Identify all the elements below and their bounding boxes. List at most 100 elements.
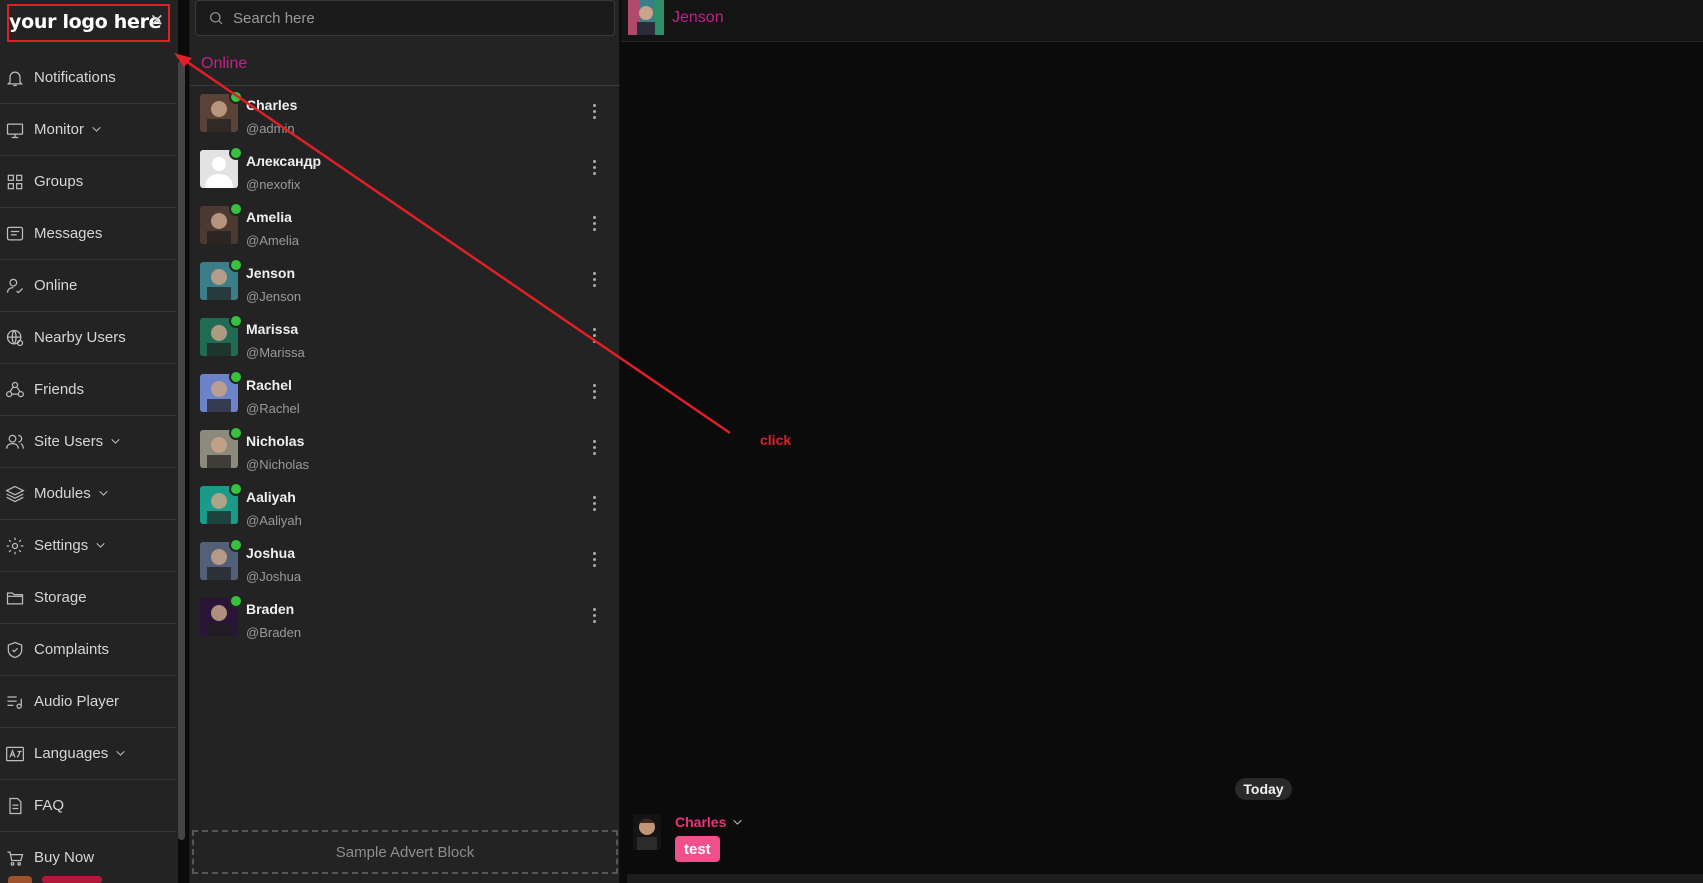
more-options-icon[interactable] bbox=[588, 158, 600, 180]
online-status-dot bbox=[229, 146, 243, 160]
advert-block[interactable]: Sample Advert Block bbox=[192, 830, 618, 874]
sidebar-item-audio-player[interactable]: Audio Player bbox=[0, 676, 176, 728]
more-options-icon[interactable] bbox=[588, 102, 600, 124]
list-item[interactable]: Aaliyah @Aaliyah bbox=[190, 478, 620, 534]
user-handle: @Braden bbox=[246, 625, 302, 640]
message-avatar[interactable] bbox=[633, 814, 661, 850]
bell-icon bbox=[4, 67, 26, 89]
sidebar-item-label: Languages bbox=[34, 745, 109, 762]
list-item[interactable]: Joshua @Joshua bbox=[190, 534, 620, 590]
sidebar-item-messages[interactable]: Messages bbox=[0, 208, 176, 260]
message-sender[interactable]: Charles bbox=[675, 814, 744, 830]
list-item[interactable]: Marissa @Marissa bbox=[190, 310, 620, 366]
chevron-down-icon[interactable] bbox=[731, 816, 744, 829]
user-handle: @Nicholas bbox=[246, 457, 310, 472]
user-handle: @Aaliyah bbox=[246, 513, 302, 528]
user-name: Rachel bbox=[246, 377, 292, 393]
sidebar-item-languages[interactable]: Languages bbox=[0, 728, 176, 780]
search-box[interactable] bbox=[195, 0, 615, 36]
more-options-icon[interactable] bbox=[588, 326, 600, 348]
chevron-down-icon bbox=[94, 539, 108, 553]
online-status-dot bbox=[229, 594, 243, 608]
sidebar-item-label: Site Users bbox=[34, 433, 104, 450]
sidebar-item-label: Complaints bbox=[34, 641, 110, 658]
user-handle: @Joshua bbox=[246, 569, 302, 584]
sidebar-item-complaints[interactable]: Complaints bbox=[0, 624, 176, 676]
sidebar-item-modules[interactable]: Modules bbox=[0, 468, 176, 520]
sidebar-item-faq[interactable]: FAQ bbox=[0, 780, 176, 832]
chat-contact-name[interactable]: Jenson bbox=[672, 9, 724, 27]
sidebar-item-label: Online bbox=[34, 277, 78, 294]
user-name: Jenson bbox=[246, 265, 296, 281]
sidebar-item-online[interactable]: Online bbox=[0, 260, 176, 312]
sidebar-item-settings[interactable]: Settings bbox=[0, 520, 176, 572]
sidebar-item-site-users[interactable]: Site Users bbox=[0, 416, 176, 468]
list-item[interactable]: Jenson @Jenson bbox=[190, 254, 620, 310]
playlist-icon bbox=[4, 691, 26, 713]
sidebar-item-label: FAQ bbox=[34, 797, 65, 814]
message-composer[interactable] bbox=[627, 874, 1703, 883]
search-input[interactable] bbox=[231, 8, 595, 28]
user-name: Nicholas bbox=[246, 433, 305, 449]
sidebar-item-label: Buy Now bbox=[34, 849, 95, 866]
chevron-down-icon bbox=[114, 747, 128, 761]
more-options-icon[interactable] bbox=[588, 382, 600, 404]
list-item[interactable]: Amelia @Amelia bbox=[190, 198, 620, 254]
chevron-down-icon bbox=[109, 435, 123, 449]
online-status-dot bbox=[229, 426, 243, 440]
folder-icon bbox=[4, 587, 26, 609]
sidebar: your logo here ✕ Notifications Monitor Gro… bbox=[0, 0, 178, 883]
list-item[interactable]: Александр @nexofix bbox=[190, 142, 620, 198]
monitor-icon bbox=[4, 119, 26, 141]
user-handle: @Jenson bbox=[246, 289, 302, 304]
sidebar-item-friends[interactable]: Friends bbox=[0, 364, 176, 416]
online-status-dot bbox=[229, 90, 243, 104]
more-options-icon[interactable] bbox=[588, 550, 600, 572]
sidebar-item-label: Monitor bbox=[34, 121, 85, 138]
message-bubble[interactable]: test bbox=[675, 836, 720, 862]
search-icon bbox=[210, 12, 223, 25]
user-check-icon bbox=[4, 275, 26, 297]
online-status-dot bbox=[229, 538, 243, 552]
sidebar-item-nearby-users[interactable]: Nearby Users bbox=[0, 312, 176, 364]
user-name: Marissa bbox=[246, 321, 299, 337]
sidebar-item-label: Storage bbox=[34, 589, 87, 606]
sidebar-item-monitor[interactable]: Monitor bbox=[0, 104, 176, 156]
close-icon[interactable]: ✕ bbox=[150, 11, 164, 31]
sidebar-profile-name[interactable] bbox=[42, 876, 102, 883]
chat-avatar[interactable] bbox=[628, 0, 664, 35]
sidebar-profile-avatar[interactable] bbox=[8, 876, 32, 883]
more-options-icon[interactable] bbox=[588, 214, 600, 236]
sidebar-item-label: Modules bbox=[34, 485, 91, 502]
sidebar-item-storage[interactable]: Storage bbox=[0, 572, 176, 624]
sidebar-item-notifications[interactable]: Notifications bbox=[0, 52, 176, 104]
more-options-icon[interactable] bbox=[588, 494, 600, 516]
sidebar-item-groups[interactable]: Groups bbox=[0, 156, 176, 208]
sidebar-scrollbar[interactable] bbox=[178, 60, 185, 840]
more-options-icon[interactable] bbox=[588, 606, 600, 628]
user-handle: @Amelia bbox=[246, 233, 299, 248]
user-handle: @nexofix bbox=[246, 177, 301, 192]
list-item[interactable]: Braden @Braden bbox=[190, 590, 620, 646]
globe-user-icon bbox=[4, 327, 26, 349]
layers-icon bbox=[4, 483, 26, 505]
users-icon bbox=[4, 431, 26, 453]
sidebar-item-label: Messages bbox=[34, 225, 103, 242]
more-options-icon[interactable] bbox=[588, 438, 600, 460]
user-name: Amelia bbox=[246, 209, 292, 225]
user-name: Charles bbox=[246, 97, 298, 113]
document-icon bbox=[4, 795, 26, 817]
user-handle: @admin bbox=[246, 121, 295, 136]
user-list-panel: Online Charles @admin Александр @nexofix Ame… bbox=[190, 0, 620, 883]
list-title: Online bbox=[201, 55, 248, 72]
list-item[interactable]: Rachel @Rachel bbox=[190, 366, 620, 422]
logo-box: your logo here ✕ bbox=[7, 4, 170, 42]
online-status-dot bbox=[229, 370, 243, 384]
list-item[interactable]: Charles @admin bbox=[190, 86, 620, 142]
cart-icon bbox=[4, 847, 26, 869]
more-options-icon[interactable] bbox=[588, 270, 600, 292]
user-name: Aaliyah bbox=[246, 489, 296, 505]
list-item[interactable]: Nicholas @Nicholas bbox=[190, 422, 620, 478]
online-status-dot bbox=[229, 202, 243, 216]
logo: your logo here bbox=[9, 11, 162, 33]
